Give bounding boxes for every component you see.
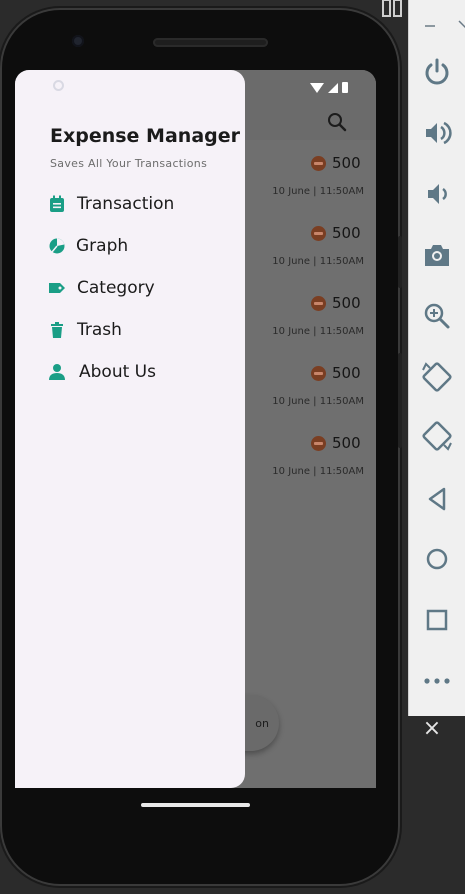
zoom-in-icon — [424, 303, 450, 329]
rotate-right-icon — [422, 421, 452, 451]
menu-label: Transaction — [77, 194, 175, 214]
menu-label: Category — [77, 278, 155, 298]
rotate-right-button[interactable] — [419, 418, 455, 454]
menu-item-about-us[interactable]: About Us — [48, 351, 238, 393]
more-dots-icon — [424, 678, 450, 684]
menu-item-trash[interactable]: Trash — [48, 309, 238, 351]
transaction-date: 10 June | 11:50AM — [272, 396, 364, 407]
menu-item-graph[interactable]: Graph — [48, 225, 238, 267]
power-key — [398, 236, 402, 288]
power-button[interactable] — [419, 54, 455, 90]
signal-icon — [328, 82, 338, 93]
transaction-date: 10 June | 11:50AM — [272, 466, 364, 477]
battery-icon — [342, 82, 348, 93]
back-button[interactable] — [419, 481, 455, 517]
label-icon — [49, 283, 65, 293]
wifi-icon — [310, 82, 324, 93]
fab-label: on — [255, 716, 269, 730]
transaction-date: 10 June | 11:50AM — [272, 186, 364, 197]
info-icon — [53, 80, 64, 91]
home-gesture-bar[interactable] — [141, 803, 250, 807]
home-button[interactable] — [419, 541, 455, 577]
search-icon[interactable] — [325, 110, 349, 134]
rotate-left-icon — [422, 362, 452, 392]
expense-icon — [311, 435, 326, 451]
overview-button[interactable] — [419, 602, 455, 638]
status-bar-left — [53, 80, 64, 91]
pie-chart-icon — [49, 238, 65, 254]
transaction-amount: 500 — [332, 224, 361, 242]
expense-icon — [311, 155, 326, 171]
menu-label: About Us — [79, 362, 156, 382]
transaction-date: 10 June | 11:50AM — [272, 256, 364, 267]
expense-icon — [311, 295, 326, 311]
more-button[interactable] — [419, 663, 455, 699]
home-circle-icon — [426, 548, 448, 570]
menu-item-transaction[interactable]: Transaction — [48, 183, 238, 225]
transaction-amount: 500 — [332, 154, 361, 172]
device-screen: 500 10 June | 11:50AM 500 10 June | 11:5… — [15, 70, 376, 788]
back-triangle-icon — [428, 487, 446, 511]
drawer-menu: Transaction Graph Category Trash About U… — [48, 183, 238, 393]
transaction-amount: 500 — [332, 294, 361, 312]
front-camera — [72, 35, 84, 47]
transaction-amount: 500 — [332, 364, 361, 382]
calendar-icon — [50, 195, 64, 212]
earpiece-speaker — [153, 38, 268, 47]
person-icon — [49, 364, 65, 380]
volume-down-button[interactable] — [419, 176, 455, 212]
volume-key — [398, 353, 402, 448]
expense-icon — [311, 365, 326, 381]
rotate-left-button[interactable] — [419, 359, 455, 395]
transaction-date: 10 June | 11:50AM — [272, 326, 364, 337]
drawer-subtitle: Saves All Your Transactions — [50, 157, 208, 170]
volume-up-icon — [426, 121, 452, 145]
menu-label: Graph — [76, 236, 129, 256]
emulator-toolbar — [408, 0, 465, 716]
close-emulator-icon[interactable]: × — [419, 716, 445, 742]
minimize-icon[interactable] — [409, 0, 465, 36]
menu-label: Trash — [77, 320, 122, 340]
volume-up-button[interactable] — [419, 115, 455, 151]
volume-down-icon — [428, 184, 447, 204]
overview-square-icon — [426, 609, 448, 631]
navigation-drawer: Expense Manager Saves All Your Transacti… — [15, 70, 245, 788]
screenshot-button[interactable] — [419, 237, 455, 273]
transaction-amount: 500 — [332, 434, 361, 452]
trash-icon — [51, 322, 63, 338]
expense-icon — [311, 225, 326, 241]
status-icons — [310, 82, 348, 93]
drawer-title: Expense Manager — [50, 125, 240, 147]
menu-item-category[interactable]: Category — [48, 267, 238, 309]
power-icon — [425, 58, 449, 85]
zoom-button[interactable] — [419, 298, 455, 334]
camera-icon — [425, 245, 449, 266]
window-control-icon[interactable] — [381, 0, 403, 18]
